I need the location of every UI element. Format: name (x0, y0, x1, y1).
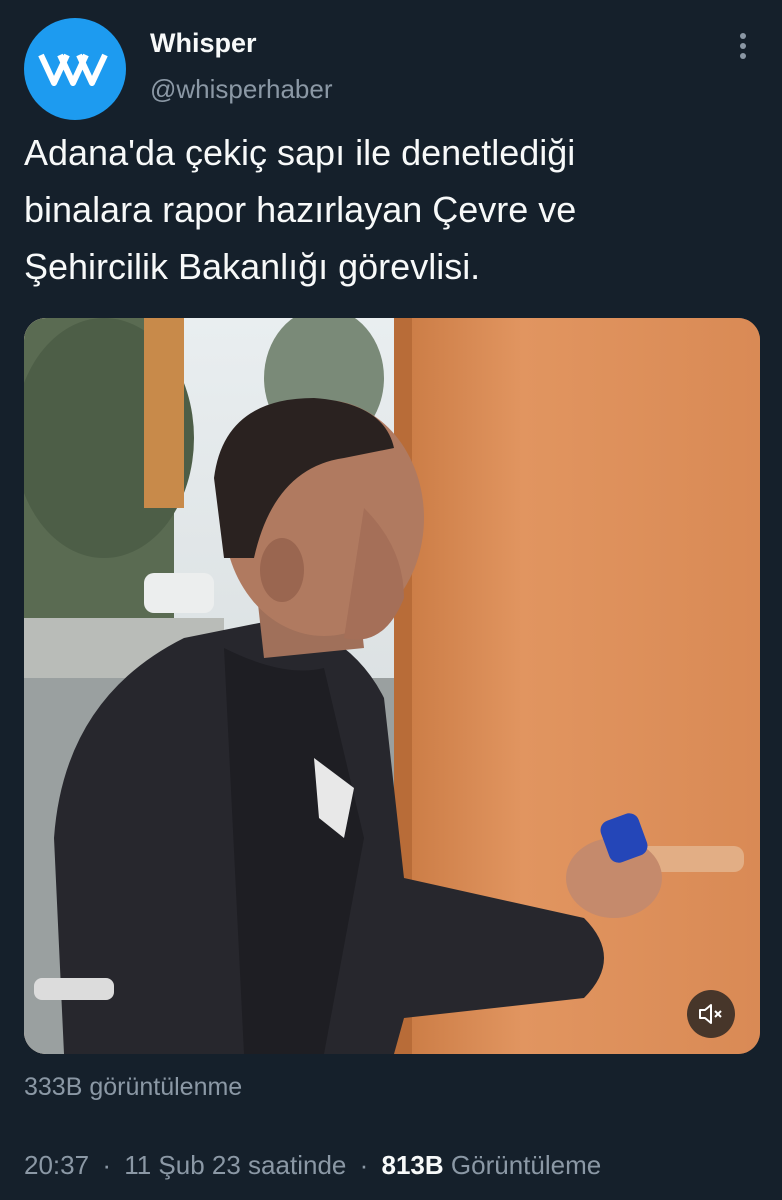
tweet-date[interactable]: 11 Şub 23 saatinde (124, 1150, 346, 1180)
tweet-meta: 20:37 · 11 Şub 23 saatinde · 813B Görünt… (24, 1150, 601, 1181)
tweet-text-line: Adana'da çekiç sapı ile denetlediği (24, 132, 576, 173)
video-frame (24, 318, 760, 1054)
tweet: Whisper @whisperhaber Adana'da çekiç sap… (0, 0, 782, 1200)
account-handle[interactable]: @whisperhaber (150, 74, 332, 105)
more-dots-icon (740, 33, 746, 59)
views-label: Görüntüleme (450, 1150, 602, 1180)
whisper-logo-icon (38, 53, 108, 86)
separator-dot: · (359, 1150, 369, 1180)
tweet-text-line: binalara rapor hazırlayan Çevre ve (24, 189, 577, 230)
avatar[interactable] (24, 18, 126, 120)
tweet-time[interactable]: 20:37 (24, 1150, 89, 1180)
display-name[interactable]: Whisper (150, 28, 257, 59)
mute-toggle-button[interactable] (687, 990, 735, 1038)
speaker-muted-icon (699, 1004, 722, 1024)
more-options-button[interactable] (728, 26, 758, 66)
tweet-text-line: Şehircilik Bakanlığı görevlisi. (24, 246, 481, 287)
video-view-count: 333B görüntülenme (24, 1073, 243, 1101)
video-player[interactable] (24, 318, 760, 1054)
separator-dot: · (102, 1150, 111, 1180)
views-count: 813B (381, 1150, 444, 1180)
tweet-text: Adana'da çekiç sapı ile denetlediği bina… (24, 124, 754, 295)
